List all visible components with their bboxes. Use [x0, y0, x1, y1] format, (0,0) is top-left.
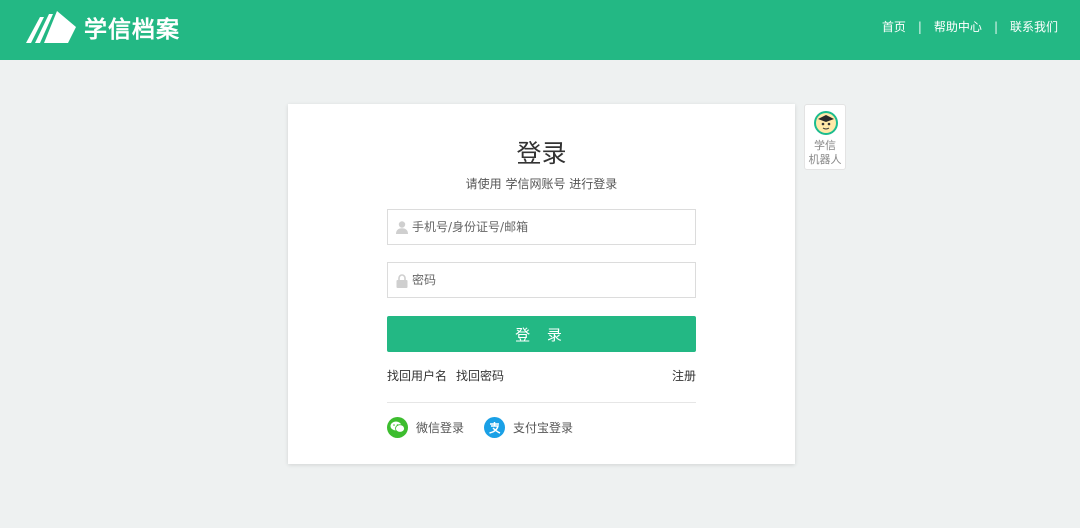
find-username-link[interactable]: 找回用户名: [387, 367, 447, 384]
login-button[interactable]: 登 录: [387, 316, 696, 352]
login-title: 登录: [516, 139, 567, 168]
password-input[interactable]: [412, 263, 692, 297]
nav-contact-link[interactable]: 联系我们: [1010, 18, 1058, 35]
nav-separator: |: [917, 19, 922, 34]
robot-label: 学信 机器人: [805, 139, 845, 167]
top-nav: 首页 | 帮助中心 | 联系我们: [882, 18, 1058, 35]
header-bar: 学信档案 首页 | 帮助中心 | 联系我们: [0, 0, 1080, 60]
wechat-login-label: 微信登录: [416, 420, 465, 435]
logo-text: 学信档案: [84, 17, 180, 43]
nav-separator: |: [993, 19, 998, 34]
nav-help-link[interactable]: 帮助中心: [934, 18, 982, 35]
username-input[interactable]: [412, 210, 692, 244]
lock-icon: [396, 274, 408, 288]
login-card: 登录 请使用 学信网账号 进行登录 登 录 找回用户名 找回密码 注册: [288, 104, 795, 464]
divider: [387, 402, 696, 403]
site-logo[interactable]: 学信档案: [24, 10, 180, 44]
robot-label-line1: 学信: [814, 139, 836, 152]
alipay-login-label: 支付宝登录: [513, 420, 574, 435]
wechat-icon: [387, 416, 408, 438]
alipay-login-link[interactable]: 支付宝登录: [484, 416, 573, 438]
account-links: 找回用户名 找回密码 注册: [387, 367, 696, 383]
robot-label-line2: 机器人: [808, 153, 842, 166]
xuexin-robot-button[interactable]: 学信 机器人: [804, 104, 846, 170]
password-field[interactable]: [387, 262, 696, 298]
user-icon: [396, 221, 408, 234]
username-field[interactable]: [387, 209, 696, 245]
alipay-icon: [484, 416, 505, 438]
wechat-login-link[interactable]: 微信登录: [387, 416, 464, 438]
logo-books-icon: [26, 11, 76, 43]
find-password-link[interactable]: 找回密码: [456, 367, 504, 384]
nav-home-link[interactable]: 首页: [882, 18, 906, 35]
login-subtitle: 请使用 学信网账号 进行登录: [465, 177, 618, 191]
robot-avatar-icon: [814, 111, 838, 135]
register-link[interactable]: 注册: [672, 367, 696, 384]
